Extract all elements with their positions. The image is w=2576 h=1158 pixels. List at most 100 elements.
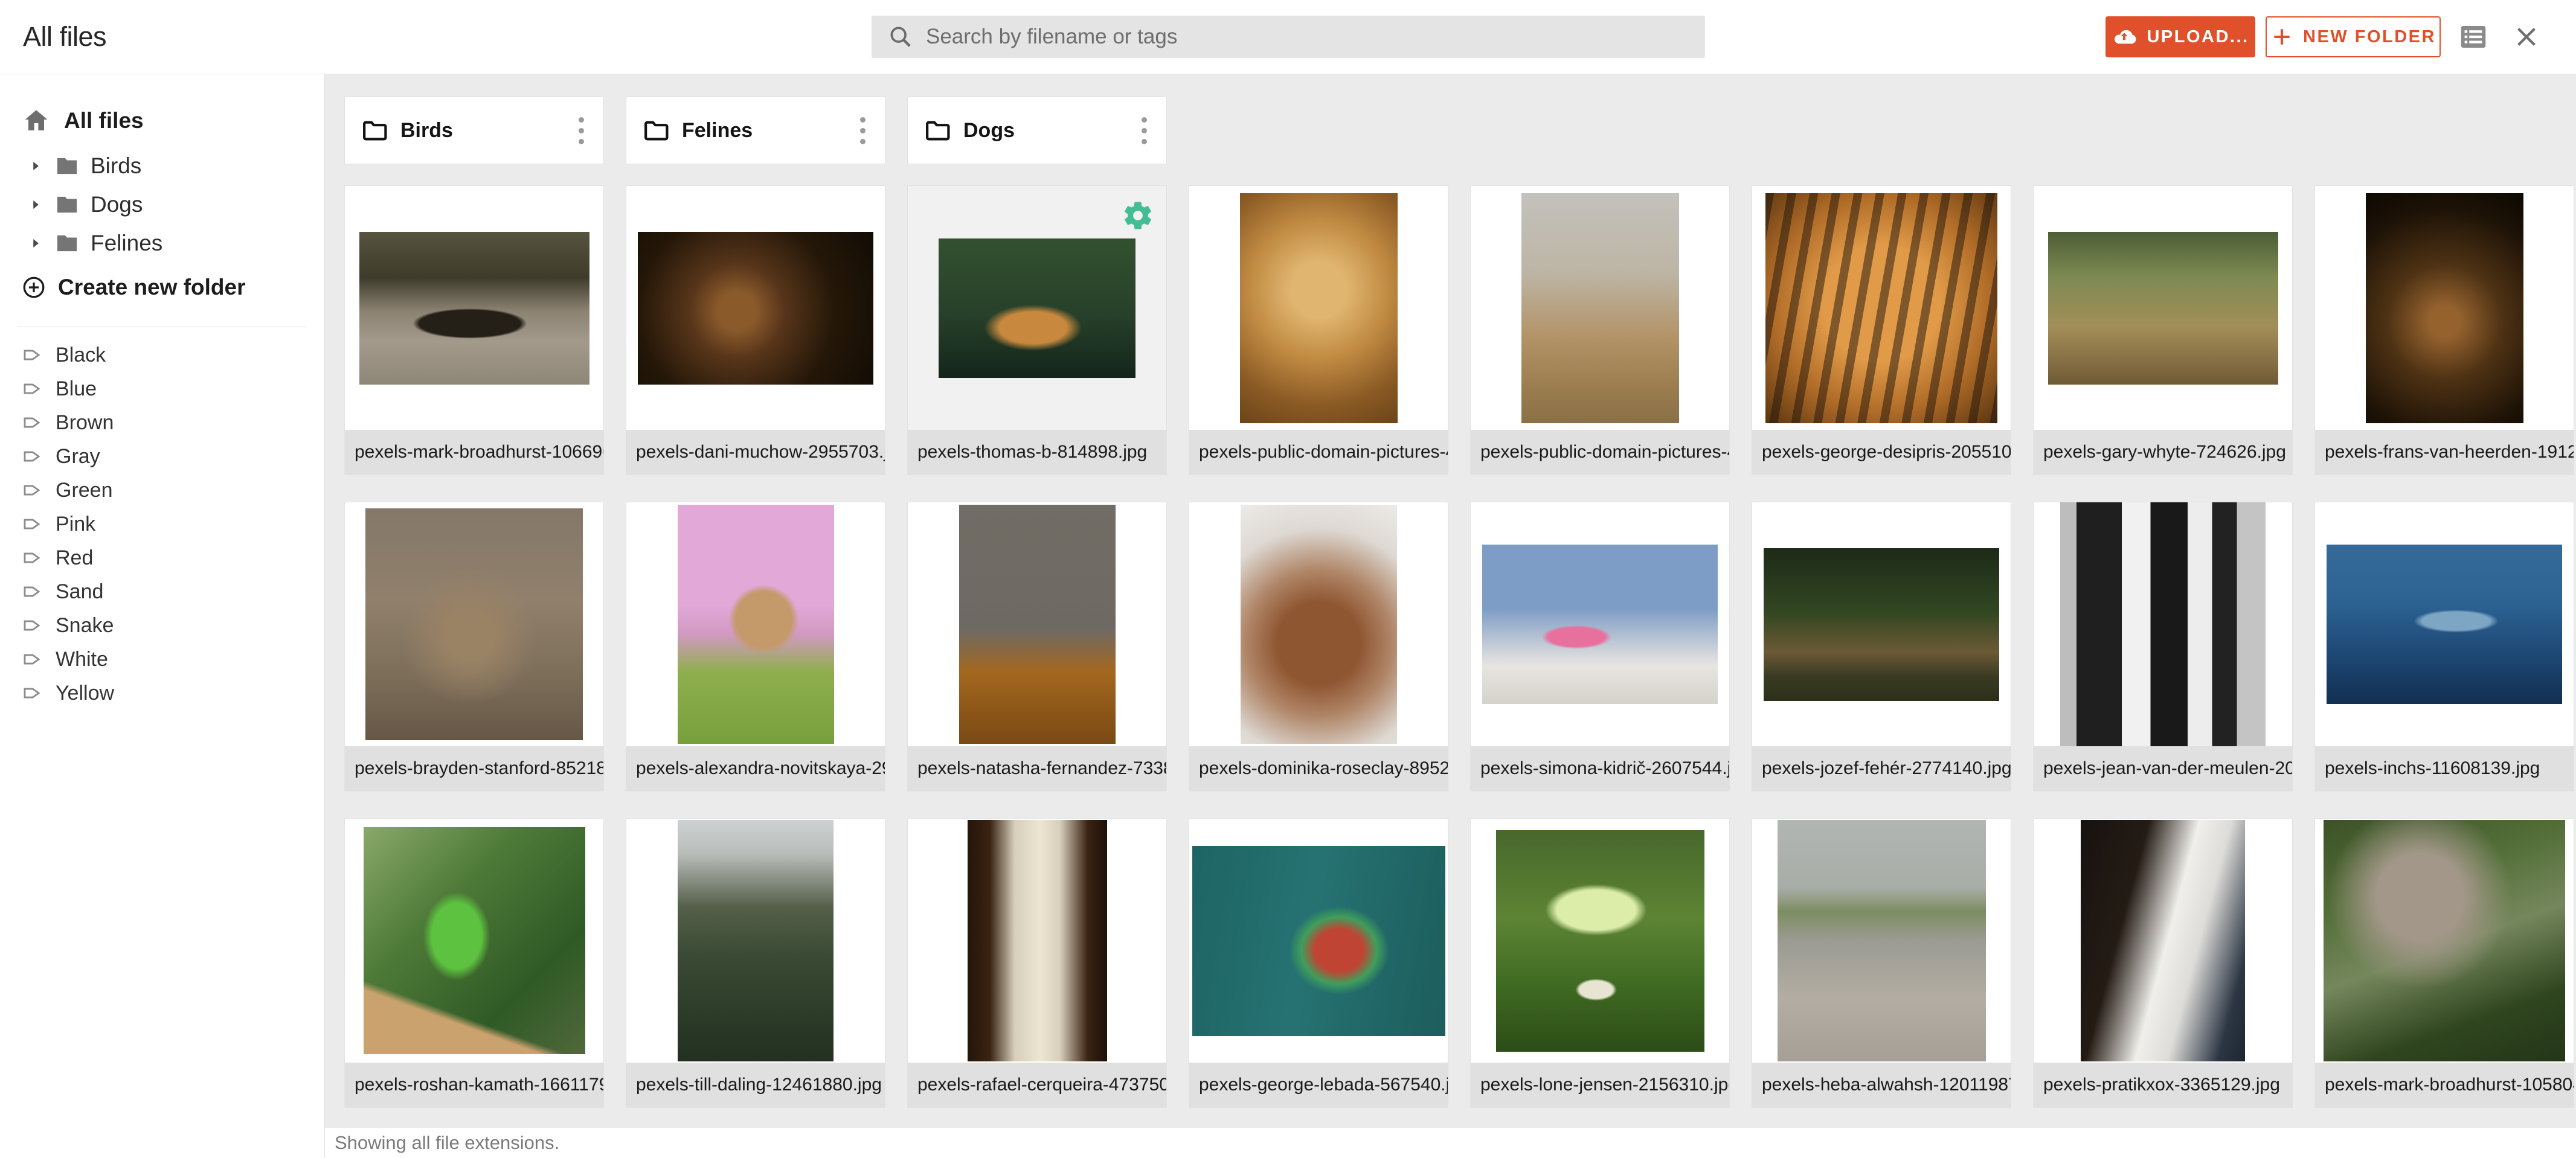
file-name: pexels-inchs-11608139.jpg xyxy=(2315,746,2574,791)
file-thumbnail xyxy=(2048,232,2278,385)
file-name: pexels-george-lebada-567540.jpg xyxy=(1189,1063,1448,1107)
file-thumbnail-area xyxy=(1189,502,1448,746)
sidebar-tag-label: Snake xyxy=(56,614,114,638)
file-card[interactable]: pexels-mark-broadhurst-106690.jpg xyxy=(344,185,604,475)
folder-chip[interactable]: Birds xyxy=(344,97,604,164)
file-card[interactable]: pexels-simona-kidrič-2607544.jpg xyxy=(1470,502,1730,792)
file-card[interactable]: pexels-public-domain-pictures-41... xyxy=(1189,185,1448,475)
file-card[interactable]: pexels-natasha-fernandez-733835... xyxy=(907,502,1167,792)
file-card[interactable]: pexels-brayden-stanford-8521834.... xyxy=(344,502,604,792)
file-card[interactable]: pexels-heba-alwahsh-12011987.jpg xyxy=(1752,818,2011,1108)
file-thumbnail xyxy=(2060,502,2266,746)
sidebar-tag-item[interactable]: Red xyxy=(22,541,324,575)
upload-button[interactable]: UPLOAD... xyxy=(2105,16,2255,57)
file-card[interactable]: pexels-dani-muchow-2955703.jpg xyxy=(626,185,885,475)
file-name: pexels-alexandra-novitskaya-2951... xyxy=(626,746,885,791)
cloud-upload-icon xyxy=(2112,24,2137,50)
file-name: pexels-rafael-cerqueira-4737508.jpg xyxy=(908,1063,1166,1107)
sidebar-tag-item[interactable]: Snake xyxy=(22,609,324,642)
close-icon[interactable] xyxy=(2513,23,2540,54)
sidebar-tag-item[interactable]: White xyxy=(22,642,324,676)
file-card[interactable]: pexels-thomas-b-814898.jpg xyxy=(907,185,1167,475)
file-card[interactable]: pexels-jozef-fehér-2774140.jpg xyxy=(1752,502,2011,792)
sidebar-item-all-files[interactable]: All files xyxy=(22,106,324,136)
tag-icon xyxy=(22,581,42,602)
file-card[interactable]: pexels-alexandra-novitskaya-2951... xyxy=(626,502,885,792)
file-card[interactable]: pexels-mark-broadhurst-105804.jpg xyxy=(2314,818,2574,1108)
folder-icon xyxy=(642,117,670,144)
sidebar-tag-item[interactable]: Black xyxy=(22,338,324,372)
file-card[interactable]: pexels-inchs-11608139.jpg xyxy=(2314,502,2574,792)
file-name: pexels-mark-broadhurst-106690.jpg xyxy=(345,430,603,475)
sidebar-tag-item[interactable]: Yellow xyxy=(22,676,324,710)
file-card[interactable]: pexels-lone-jensen-2156310.jpg xyxy=(1470,818,1730,1108)
file-thumbnail xyxy=(359,232,589,385)
sidebar-tag-item[interactable]: Sand xyxy=(22,575,324,609)
file-card[interactable]: pexels-public-domain-pictures-41... xyxy=(1470,185,1730,475)
chevron-right-icon[interactable] xyxy=(28,197,50,213)
sidebar-tag-label: Yellow xyxy=(56,682,114,705)
sidebar: All files Birds xyxy=(0,74,325,1158)
file-thumbnail-area xyxy=(345,502,603,746)
sidebar-folder-label: Felines xyxy=(91,231,162,256)
sidebar-tag-item[interactable]: Pink xyxy=(22,507,324,541)
file-thumbnail xyxy=(1764,548,1999,701)
status-text: Showing all file extensions. xyxy=(335,1132,559,1154)
file-name: pexels-pratikxox-3365129.jpg xyxy=(2034,1063,2292,1107)
search-icon xyxy=(887,24,914,50)
create-new-folder-button[interactable]: Create new folder xyxy=(21,271,324,304)
file-name: pexels-mark-broadhurst-105804.jpg xyxy=(2315,1063,2574,1107)
file-card[interactable]: pexels-pratikxox-3365129.jpg xyxy=(2033,818,2293,1108)
file-thumbnail-area xyxy=(1189,819,1448,1063)
new-folder-button-label: NEW FOLDER xyxy=(2303,27,2436,47)
new-folder-button[interactable]: NEW FOLDER xyxy=(2266,16,2441,57)
file-thumbnail xyxy=(1521,193,1679,423)
folder-chip-label: Dogs xyxy=(963,119,1015,142)
file-card[interactable]: pexels-dominika-roseclay-895259.... xyxy=(1189,502,1448,792)
file-thumbnail-area xyxy=(1471,186,1729,430)
sidebar-tag-label: White xyxy=(56,648,108,671)
tag-list: Black Blue Brown Gray xyxy=(0,338,324,710)
file-card[interactable]: pexels-gary-whyte-724626.jpg xyxy=(2033,185,2293,475)
file-card[interactable]: pexels-frans-van-heerden-191217... xyxy=(2314,185,2574,475)
chevron-right-icon[interactable] xyxy=(28,235,50,251)
file-thumbnail xyxy=(939,238,1135,378)
sidebar-folder-item[interactable]: Birds xyxy=(28,147,324,185)
file-thumbnail-area xyxy=(626,186,885,430)
file-card[interactable]: pexels-george-desipris-2055100.jpg xyxy=(1752,185,2011,475)
folder-chip[interactable]: Dogs xyxy=(907,97,1167,164)
sidebar-folder-item[interactable]: Dogs xyxy=(28,185,324,224)
kebab-menu-icon[interactable] xyxy=(1138,114,1151,148)
kebab-menu-icon[interactable] xyxy=(856,114,869,148)
search-bar[interactable] xyxy=(872,16,1705,58)
sidebar-folder-label: Birds xyxy=(91,153,141,179)
gear-icon xyxy=(1122,199,1154,235)
file-thumbnail-area xyxy=(2315,502,2574,746)
search-input[interactable] xyxy=(925,24,1680,50)
file-card[interactable]: pexels-roshan-kamath-1661179.jpg xyxy=(344,818,604,1108)
file-thumbnail xyxy=(968,820,1107,1061)
file-card[interactable]: pexels-till-daling-12461880.jpg xyxy=(626,818,885,1108)
file-thumbnail-area xyxy=(908,502,1166,746)
file-thumbnail xyxy=(678,820,834,1061)
sidebar-tag-item[interactable]: Green xyxy=(22,473,324,507)
file-card[interactable]: pexels-rafael-cerqueira-4737508.jpg xyxy=(907,818,1167,1108)
chevron-right-icon[interactable] xyxy=(28,158,50,174)
file-thumbnail xyxy=(2324,820,2565,1061)
list-view-icon[interactable] xyxy=(2457,21,2490,56)
file-name: pexels-till-daling-12461880.jpg xyxy=(626,1063,885,1107)
file-thumbnail-area xyxy=(1752,819,2011,1063)
sidebar-tag-item[interactable]: Gray xyxy=(22,440,324,473)
file-thumbnail xyxy=(364,827,585,1054)
file-card[interactable]: pexels-george-lebada-567540.jpg xyxy=(1189,818,1448,1108)
file-thumbnail-area xyxy=(1471,502,1729,746)
file-card[interactable]: pexels-jean-van-der-meulen-2078... xyxy=(2033,502,2293,792)
kebab-menu-icon[interactable] xyxy=(575,114,588,148)
file-thumbnail-area xyxy=(1752,502,2011,746)
sidebar-tag-item[interactable]: Brown xyxy=(22,406,324,440)
sidebar-folder-item[interactable]: Felines xyxy=(28,224,324,263)
folder-chip[interactable]: Felines xyxy=(626,97,885,164)
folder-icon xyxy=(54,153,80,179)
sidebar-tag-item[interactable]: Blue xyxy=(22,372,324,406)
sidebar-tag-label: Green xyxy=(56,479,113,502)
